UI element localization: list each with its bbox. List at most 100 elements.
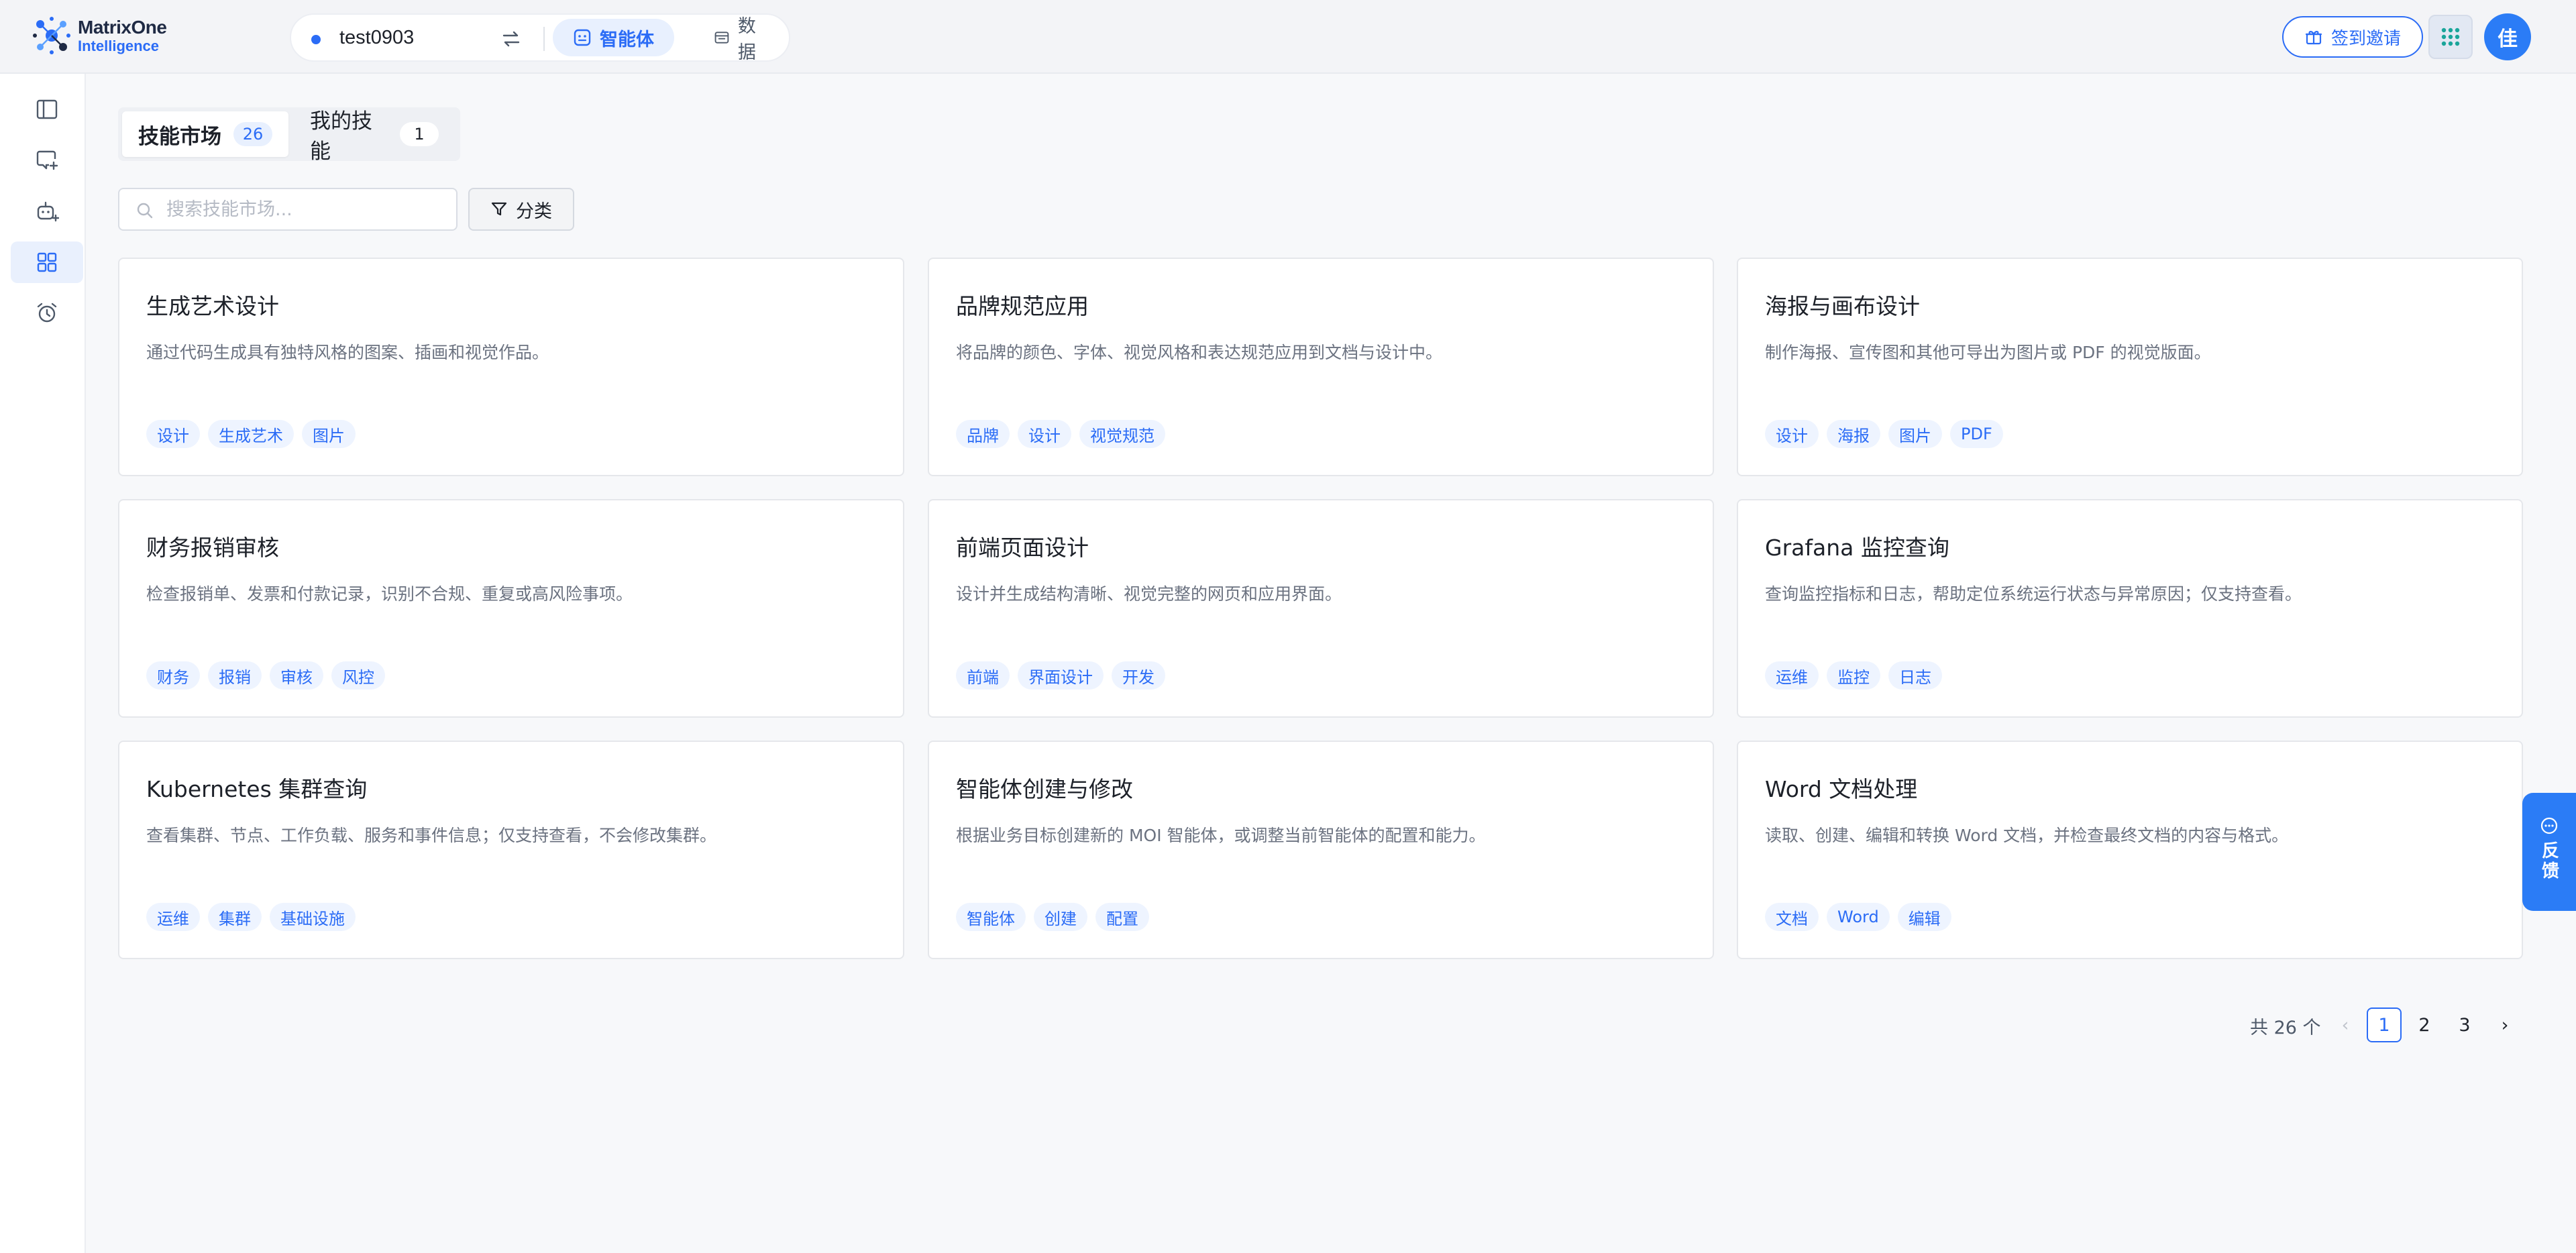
skill-card-description: 根据业务目标创建新的 MOI 智能体，或调整当前智能体的配置和能力。 <box>956 826 1486 845</box>
skill-tag: 财务 <box>146 661 200 690</box>
skill-tag: 视觉规范 <box>1079 420 1165 448</box>
tab-agents-label: 智能体 <box>600 29 654 50</box>
skill-tag: 海报 <box>1827 420 1880 448</box>
skill-card-tags: 财务 报销 审核 风控 <box>146 661 385 690</box>
sidebar-toggle-icon <box>36 99 58 119</box>
logo[interactable]: MatrixOne Intelligence <box>31 15 167 56</box>
robot-add-icon <box>37 201 59 222</box>
workspace-switcher: test0903 智能体 数据 <box>290 13 790 63</box>
divider <box>543 27 545 51</box>
workspace-name[interactable]: test0903 <box>339 27 414 49</box>
pagination-total: 共 26 个 <box>2250 1018 2321 1038</box>
chat-bubble-icon <box>2540 817 2558 834</box>
tab-skill-market-label: 技能市场 <box>138 124 221 149</box>
skill-card-description: 通过代码生成具有独特风格的图案、插画和视觉作品。 <box>146 343 549 362</box>
my-skills-count-badge: 1 <box>400 122 439 146</box>
skill-tag: 设计 <box>146 420 200 448</box>
skill-tag: 设计 <box>1765 420 1819 448</box>
skill-tag: 日志 <box>1888 661 1942 690</box>
skill-tag: 创建 <box>1034 903 1087 931</box>
skill-card[interactable]: 前端页面设计设计并生成结构清晰、视觉完整的网页和应用界面。前端 界面设计 开发 <box>928 499 1714 718</box>
skill-market-count-badge: 26 <box>233 122 272 146</box>
gift-icon <box>2305 31 2322 45</box>
skill-card-title: 前端页面设计 <box>956 535 1089 561</box>
skill-tag: 运维 <box>1765 661 1819 690</box>
tab-my-skills[interactable]: 我的技能 1 <box>294 109 455 164</box>
page-button-1[interactable]: 1 <box>2367 1007 2402 1042</box>
skill-card[interactable]: 生成艺术设计 通过代码生成具有独特风格的图案、插画和视觉作品。设计 生成艺术 图片 <box>118 258 904 476</box>
skill-tag: 文档 <box>1765 903 1819 931</box>
category-filter-button[interactable]: 分类 <box>468 188 574 231</box>
skill-card[interactable]: 财务报销审核 检查报销单、发票和付款记录，识别不合规、重复或高风险事项。 财务 报销审… <box>118 499 904 718</box>
skill-card-tags: 运维 监控 日志 <box>1765 661 1942 690</box>
skill-card-tags: 品牌 设计 视觉规范 <box>956 420 1165 448</box>
sidebar-item-agents[interactable] <box>11 190 83 232</box>
matrixone-logo-icon <box>33 17 70 54</box>
tab-my-skills-label: 我的技能 <box>310 109 372 164</box>
new-chat-icon <box>36 150 58 170</box>
swap-icon[interactable] <box>500 28 522 50</box>
chevron-right-icon: › <box>2501 1014 2509 1036</box>
skill-card-description: 查看集群、节点、工作负载、服务和事件信息；仅支持查看，不会修改集群。 <box>146 826 717 845</box>
skill-card[interactable]: Word 文档处理 读取、创建、编辑和转换 Word 文档，并检查最终文档的内容与… <box>1737 741 2523 959</box>
skill-card[interactable]: 品牌规范应用 将品牌的颜色、字体、视觉风格和表达规范应用到文档与设计中。 品牌 设计视… <box>928 258 1714 476</box>
feedback-button[interactable]: 反馈 <box>2522 793 2576 911</box>
tab-skill-market[interactable]: 技能市场 26 <box>122 111 288 157</box>
skills-tab-switcher: 技能市场 26 我的技能 1 <box>118 107 460 164</box>
top-bar: MatrixOne Intelligence test0903 智能体 数据 签… <box>0 0 2576 74</box>
tab-agents[interactable]: 智能体 <box>553 19 674 56</box>
grid-icon <box>2441 28 2460 46</box>
sidebar-item-new-chat[interactable] <box>11 140 83 181</box>
skill-tag: 运维 <box>146 903 200 931</box>
search-input[interactable] <box>166 195 448 224</box>
page-button-3[interactable]: 3 <box>2447 1007 2482 1042</box>
skill-card[interactable]: Grafana 监控查询查询监控指标和日志，帮助定位系统运行状态与异常原因；仅支… <box>1737 499 2523 718</box>
prev-page-button[interactable]: ‹ <box>2328 1007 2363 1042</box>
sidebar <box>0 74 86 1253</box>
skill-card[interactable]: 智能体创建与修改根据业务目标创建新的 MOI 智能体，或调整当前智能体的配置和能… <box>928 741 1714 959</box>
skill-card-tags: 设计 生成艺术 图片 <box>146 420 356 448</box>
skill-card-title: 财务报销审核 <box>146 535 279 561</box>
skill-tag: 界面设计 <box>1018 661 1104 690</box>
skill-card[interactable]: 海报与画布设计制作海报、宣传图和其他可导出为图片或 PDF 的视觉版面。设计 海报… <box>1737 258 2523 476</box>
skill-tag: 配置 <box>1095 903 1149 931</box>
skill-tag: 品牌 <box>956 420 1010 448</box>
alarm-clock-icon <box>37 303 57 323</box>
skill-tag: 设计 <box>1018 420 1071 448</box>
skill-card-title: 智能体创建与修改 <box>956 776 1133 802</box>
avatar[interactable]: 佳 <box>2484 13 2531 60</box>
sidebar-item-skills[interactable] <box>11 241 83 283</box>
skill-card-tags: 文档 Word 编辑 <box>1765 903 1951 931</box>
skill-tag: 审核 <box>270 661 323 690</box>
data-icon <box>714 32 729 44</box>
skill-card-description: 设计并生成结构清晰、视觉完整的网页和应用界面。 <box>956 584 1342 604</box>
search-box <box>118 188 458 231</box>
skill-tag: 报销 <box>208 661 262 690</box>
invite-label: 签到邀请 <box>2330 28 2401 49</box>
skill-card-tags: 智能体 创建 配置 <box>956 903 1149 931</box>
skill-card-tags: 前端 界面设计 开发 <box>956 661 1165 690</box>
skill-tag: 图片 <box>302 420 356 448</box>
feedback-label: 反馈 <box>2538 841 2559 881</box>
skill-card-description: 制作海报、宣传图和其他可导出为图片或 PDF 的视觉版面。 <box>1765 343 2211 362</box>
skill-tag: Word <box>1827 903 1890 931</box>
sidebar-item-toggle[interactable] <box>11 89 83 130</box>
skill-card-description: 查询监控指标和日志，帮助定位系统运行状态与异常原因；仅支持查看。 <box>1765 584 2302 604</box>
skill-tag: 图片 <box>1888 420 1942 448</box>
skill-card-title: 品牌规范应用 <box>956 293 1089 319</box>
sidebar-item-schedule[interactable] <box>11 292 83 334</box>
page-button-2[interactable]: 2 <box>2407 1007 2442 1042</box>
skill-tag: 风控 <box>331 661 385 690</box>
tab-data[interactable]: 数据 <box>694 16 789 63</box>
next-page-button[interactable]: › <box>2487 1007 2522 1042</box>
chevron-left-icon: ‹ <box>2341 1014 2349 1036</box>
invite-button[interactable]: 签到邀请 <box>2282 16 2423 58</box>
filter-icon <box>491 202 507 216</box>
skill-card-title: Grafana 监控查询 <box>1765 535 1949 561</box>
logo-subtitle: Intelligence <box>78 37 160 54</box>
apps-button[interactable] <box>2428 15 2473 59</box>
skill-card-title: 海报与画布设计 <box>1765 293 1920 319</box>
skill-tag: 生成艺术 <box>208 420 294 448</box>
skills-grid-icon <box>37 252 57 272</box>
skill-card[interactable]: Kubernetes 集群查询 查看集群、节点、工作负载、服务和事件信息；仅支持查… <box>118 741 904 959</box>
